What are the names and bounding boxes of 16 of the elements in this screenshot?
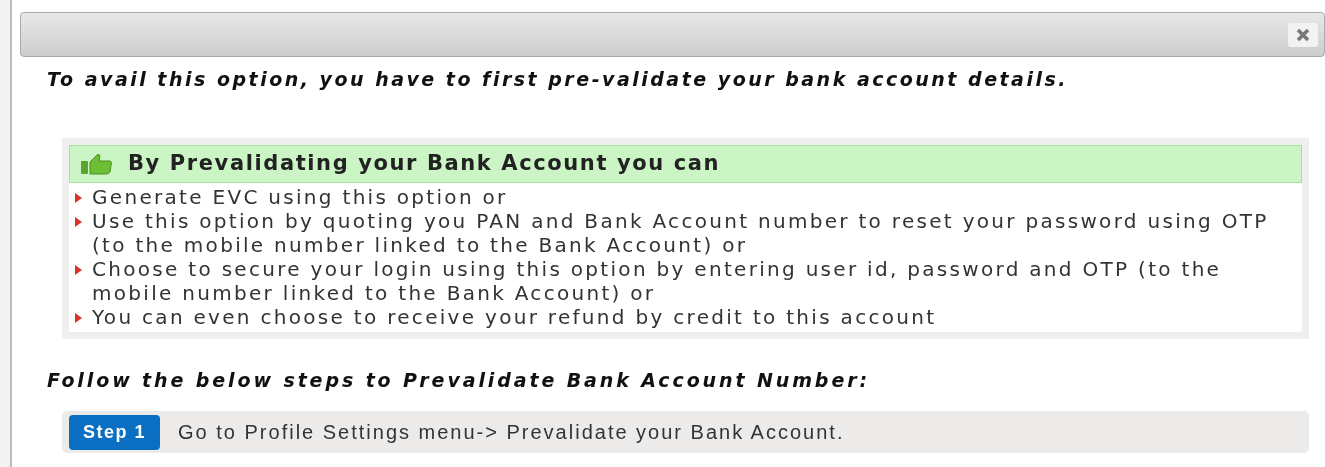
benefit-text: Choose to secure your login using this option by entering user id, password and OTP (to the mobile number linked to the Bank Account) or [92, 256, 1223, 305]
benefits-title: By Prevalidating your Bank Account you can [128, 149, 721, 177]
close-button[interactable] [1288, 22, 1318, 47]
benefit-text: Generate EVC using this option or [92, 184, 508, 209]
step-text: Go to Profile Settings menu-> Prevalidate your Bank Account. [178, 420, 845, 445]
bullet-icon [75, 264, 82, 275]
bullet-icon [75, 192, 82, 203]
close-icon [1296, 27, 1310, 42]
bullet-icon [75, 216, 82, 227]
benefit-text: Use this option by quoting you PAN and Bank Account number to reset your password using OTP (to the mobile number linked to the Bank Account) or [92, 208, 1270, 257]
steps-heading: Follow the below steps to Prevalidate Bank Account Number: [47, 367, 871, 393]
thumbs-up-icon [80, 152, 114, 175]
step-label: Step 1 [69, 414, 161, 450]
intro-text: To avail this option, you have to first pre-validate your bank account details. [47, 67, 1069, 92]
bullet-icon [75, 312, 82, 323]
benefit-text: You can even choose to receive your refund by credit to this account [92, 304, 937, 329]
